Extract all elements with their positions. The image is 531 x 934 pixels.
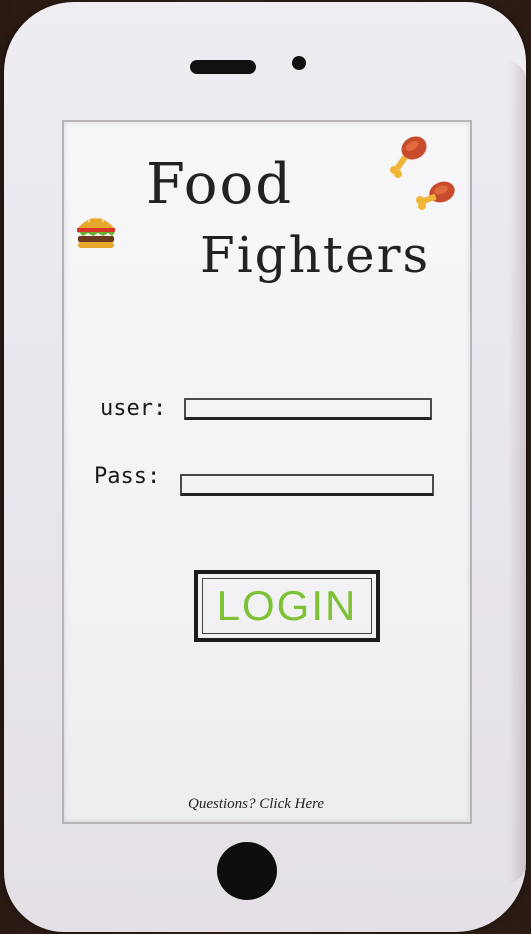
burger-icon bbox=[77, 217, 115, 248]
pass-label: Pass: bbox=[94, 464, 161, 489]
phone-edge-shadow bbox=[508, 62, 526, 882]
password-input[interactable] bbox=[180, 474, 434, 496]
phone-frame: Food Fighters user: Pass: LOGIN Question… bbox=[4, 2, 526, 932]
phone-camera bbox=[292, 56, 306, 70]
home-button[interactable] bbox=[217, 842, 277, 900]
user-label: user: bbox=[100, 396, 167, 421]
app-screen: Food Fighters user: Pass: LOGIN Question… bbox=[62, 120, 472, 824]
user-input[interactable] bbox=[184, 398, 432, 420]
drumstick-icon bbox=[416, 181, 455, 210]
app-title-line1: Food bbox=[146, 152, 294, 217]
app-title-line2: Fighters bbox=[200, 226, 431, 284]
phone-speaker bbox=[190, 60, 256, 74]
drumstick-icon bbox=[390, 136, 427, 178]
login-button-label: LOGIN bbox=[202, 578, 372, 634]
login-button[interactable]: LOGIN bbox=[194, 570, 380, 642]
help-link[interactable]: Questions? Click Here bbox=[188, 796, 324, 813]
